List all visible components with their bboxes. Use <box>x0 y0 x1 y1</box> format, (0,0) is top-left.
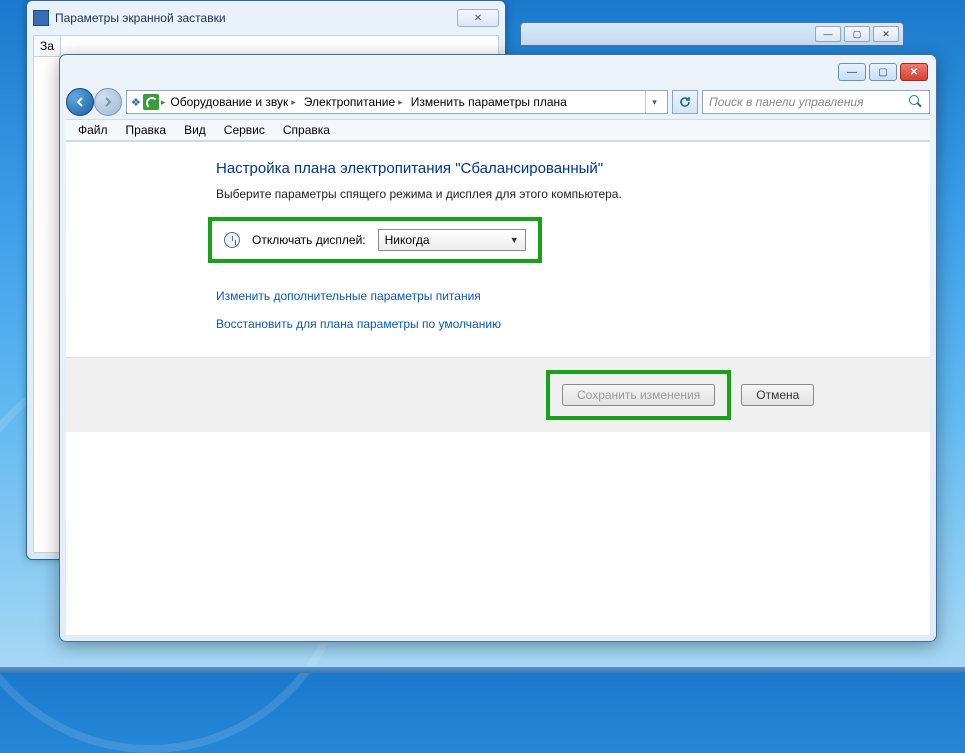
screensaver-icon <box>33 10 49 26</box>
screensaver-window-title: Параметры экранной заставки <box>55 11 451 25</box>
address-dropdown-button[interactable]: ▾ <box>645 91 663 113</box>
nav-forward-button[interactable] <box>94 88 122 116</box>
search-placeholder: Поиск в панели управления <box>709 95 864 109</box>
cancel-button[interactable]: Отмена <box>741 384 814 406</box>
breadcrumb: Оборудование и звук▸ <box>167 95 298 109</box>
minimize-button[interactable]: — <box>838 63 866 81</box>
bg-minimize-button[interactable]: — <box>815 26 841 42</box>
breadcrumb-label[interactable]: Оборудование и звук <box>170 95 288 109</box>
menu-tools[interactable]: Сервис <box>216 121 273 139</box>
navigation-bar: ❖ ▸ Оборудование и звук▸ Электропитание▸… <box>66 85 930 119</box>
window-titlebar: — ▢ ✕ <box>66 61 930 83</box>
display-off-setting-highlight: Отключать дисплей: Никогда ▼ <box>208 217 542 263</box>
display-off-label: Отключать дисплей: <box>252 233 366 247</box>
refresh-button[interactable] <box>672 90 698 114</box>
control-panel-window: — ▢ ✕ ❖ ▸ Оборудование и звук▸ Электропи… <box>59 54 937 642</box>
bg-maximize-button[interactable]: ▢ <box>844 26 870 42</box>
search-icon <box>909 95 923 109</box>
breadcrumb-label[interactable]: Изменить параметры плана <box>411 95 567 109</box>
control-panel-icon <box>143 94 159 110</box>
nav-back-button[interactable] <box>66 88 94 116</box>
content-area: Настройка плана электропитания "Сбаланси… <box>66 141 930 635</box>
breadcrumb: Электропитание▸ <box>301 95 406 109</box>
background-app-titlebar: — ▢ ✕ <box>520 22 904 46</box>
page-subtitle: Выберите параметры спящего режима и дисп… <box>216 187 910 201</box>
menu-bar: Файл Правка Вид Сервис Справка <box>66 119 930 141</box>
close-button[interactable]: ✕ <box>900 63 928 81</box>
page-title: Настройка плана электропитания "Сбаланси… <box>216 160 910 177</box>
chevron-right-icon: ▸ <box>398 97 403 108</box>
display-off-value: Никогда <box>385 233 430 247</box>
menu-edit[interactable]: Правка <box>118 121 175 139</box>
display-off-dropdown[interactable]: Никогда ▼ <box>378 229 526 251</box>
save-button[interactable]: Сохранить изменения <box>562 384 715 406</box>
breadcrumb-label[interactable]: Электропитание <box>304 95 395 109</box>
screensaver-close-button[interactable]: ✕ <box>457 9 499 27</box>
maximize-button[interactable]: ▢ <box>869 63 897 81</box>
breadcrumb: Изменить параметры плана <box>408 95 570 109</box>
advanced-power-settings-link[interactable]: Изменить дополнительные параметры питани… <box>216 289 910 303</box>
menu-view[interactable]: Вид <box>176 121 214 139</box>
chevron-down-icon: ▼ <box>510 235 519 245</box>
taskbar[interactable] <box>0 667 965 673</box>
search-input[interactable]: Поиск в панели управления <box>702 90 930 114</box>
clock-icon <box>224 232 240 248</box>
bg-close-button[interactable]: ✕ <box>873 26 899 42</box>
restore-defaults-link[interactable]: Восстановить для плана параметры по умол… <box>216 317 910 331</box>
menu-help[interactable]: Справка <box>275 121 338 139</box>
chevron-right-icon: ▸ <box>161 97 166 108</box>
save-button-highlight: Сохранить изменения <box>546 370 731 420</box>
address-bar[interactable]: ❖ ▸ Оборудование и звук▸ Электропитание▸… <box>126 90 668 114</box>
screensaver-tab[interactable]: За <box>34 36 61 57</box>
dialog-footer: Сохранить изменения Отмена <box>66 357 930 432</box>
menu-file[interactable]: Файл <box>70 121 116 139</box>
chevron-right-icon: ▸ <box>291 97 296 108</box>
